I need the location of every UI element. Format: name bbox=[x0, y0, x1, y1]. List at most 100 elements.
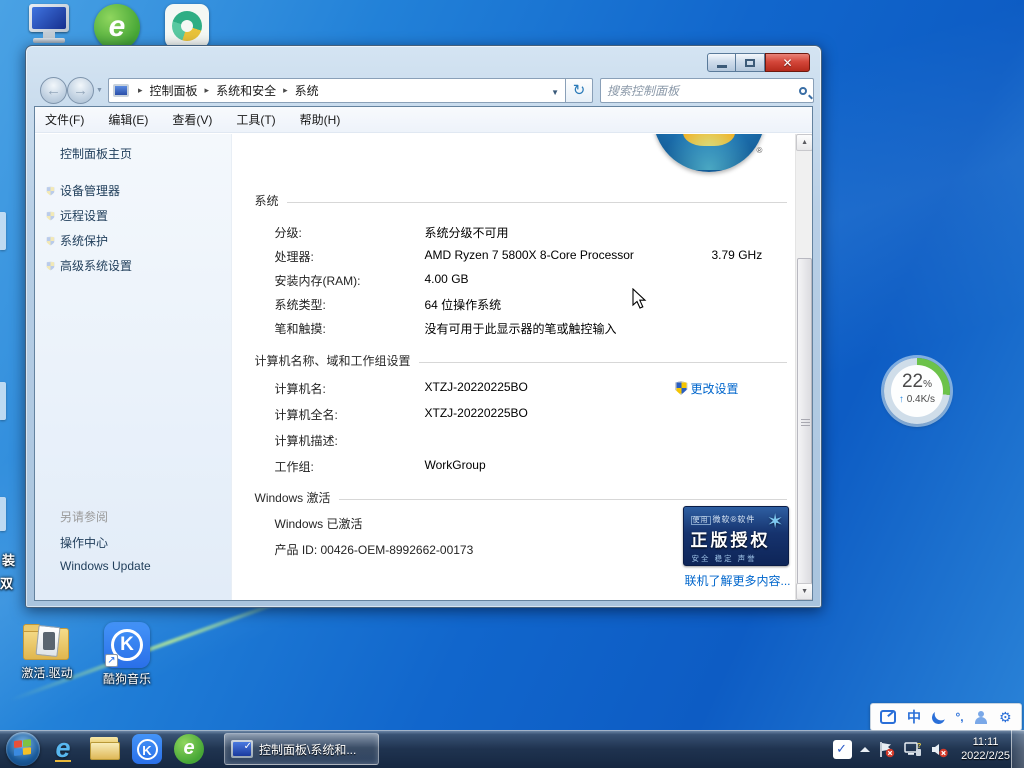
maximize-button[interactable] bbox=[736, 53, 765, 72]
taskbar: e K e ✓ 控制面板\系统和... ? 11:11 2022/2/25 bbox=[0, 730, 1024, 768]
scroll-up-icon[interactable]: ▲ bbox=[796, 134, 813, 151]
sidebar-item-device-manager[interactable]: 设备管理器 bbox=[60, 182, 120, 199]
control-panel-window-icon: ✓ bbox=[231, 740, 253, 758]
network-icon[interactable]: ? bbox=[903, 741, 922, 758]
upload-speed: ↑ 0.4K/s bbox=[891, 394, 943, 405]
icon-label: 酷狗音乐 bbox=[92, 670, 162, 687]
address-bar[interactable]: ▸ 控制面板 ▸ 系统和安全 ▸ 系统 ▼ bbox=[108, 78, 566, 103]
partial-desktop-icon[interactable] bbox=[0, 382, 6, 420]
ime-chinese-mode[interactable]: 中 bbox=[907, 707, 921, 727]
control-panel-icon bbox=[113, 84, 129, 97]
search-placeholder: 搜索控制面板 bbox=[607, 82, 799, 99]
forward-button[interactable]: → bbox=[67, 77, 94, 104]
breadcrumb-control-panel[interactable]: 控制面板 bbox=[150, 82, 198, 99]
taskbar-ie-icon[interactable]: e bbox=[44, 732, 82, 766]
clock-time: 11:11 bbox=[961, 735, 1010, 749]
shield-icon bbox=[44, 208, 57, 222]
taskbar-explorer-icon[interactable] bbox=[86, 732, 124, 766]
shield-icon bbox=[44, 258, 57, 272]
show-hidden-icons-arrow[interactable] bbox=[860, 747, 870, 752]
menu-view[interactable]: 查看(V) bbox=[172, 111, 212, 128]
back-button[interactable]: ← bbox=[40, 77, 67, 104]
partial-desktop-icon[interactable] bbox=[0, 497, 6, 531]
taskbar-clock[interactable]: 11:11 2022/2/25 bbox=[961, 735, 1010, 763]
search-icon bbox=[799, 87, 807, 95]
browser-e-icon: e bbox=[94, 4, 140, 50]
show-desktop-button[interactable] bbox=[1011, 730, 1024, 768]
start-button[interactable] bbox=[6, 732, 40, 766]
action-center-flag-icon[interactable] bbox=[878, 741, 895, 758]
section-computer-name: 计算机名称、域和工作组设置 bbox=[255, 352, 787, 369]
menu-edit[interactable]: 编辑(E) bbox=[108, 111, 148, 128]
volume-muted-icon[interactable] bbox=[930, 741, 949, 758]
scrollbar-thumb[interactable] bbox=[797, 258, 812, 586]
vertical-scrollbar[interactable]: ▲ ▼ bbox=[795, 134, 812, 600]
ime-punctuation-icon[interactable]: °, bbox=[955, 710, 963, 724]
menu-help[interactable]: 帮助(H) bbox=[300, 111, 341, 128]
refresh-button[interactable]: ↻ bbox=[566, 78, 593, 103]
taskbar-kugou-icon[interactable]: K bbox=[128, 732, 166, 766]
sidebar-item-windows-update[interactable]: Windows Update bbox=[60, 559, 151, 573]
partial-icon-label: 装 bbox=[2, 550, 15, 569]
partial-desktop-icon[interactable] bbox=[0, 212, 6, 250]
svg-text:?: ? bbox=[917, 743, 921, 750]
windows-flag-icon bbox=[14, 739, 32, 758]
swirl-app-icon bbox=[165, 4, 209, 48]
navigation-bar: ← → ▼ ▸ 控制面板 ▸ 系统和安全 ▸ 系统 ▼ ↻ 搜索控制面板 bbox=[34, 76, 813, 106]
uac-shield-icon bbox=[675, 381, 688, 395]
net-speed-widget[interactable]: 22% ↑ 0.4K/s bbox=[884, 358, 950, 424]
ime-status-icon[interactable] bbox=[880, 710, 896, 724]
ime-fullwidth-moon-icon[interactable] bbox=[931, 709, 946, 724]
computer-icon bbox=[25, 4, 71, 44]
breadcrumb-system[interactable]: 系统 bbox=[295, 82, 319, 99]
shortcut-arrow-icon: ↗ bbox=[105, 654, 118, 667]
minimize-button[interactable] bbox=[707, 53, 736, 72]
sidebar: 控制面板主页 设备管理器 远程设置 系统保护 高级系统设置 另请参阅 操作中心 … bbox=[35, 134, 232, 600]
windows-logo bbox=[653, 134, 765, 172]
section-system: 系统 bbox=[255, 192, 787, 209]
desktop-icon-activation-driver[interactable]: 激活.驱动 bbox=[12, 624, 82, 681]
breadcrumb-arrow-icon: ▸ bbox=[198, 85, 217, 96]
cpu-clock: 3.79 GHz bbox=[712, 248, 763, 262]
taskbar-360-browser-icon[interactable]: e bbox=[170, 732, 208, 766]
sidebar-item-control-panel-home[interactable]: 控制面板主页 bbox=[60, 145, 132, 162]
ime-settings-gear-icon[interactable]: ⚙ bbox=[999, 709, 1012, 726]
scroll-down-icon[interactable]: ▼ bbox=[796, 583, 813, 600]
address-dropdown-icon[interactable]: ▼ bbox=[551, 88, 559, 97]
breadcrumb-system-security[interactable]: 系统和安全 bbox=[216, 82, 276, 99]
shield-icon bbox=[44, 183, 57, 197]
icon-label: 激活.驱动 bbox=[12, 664, 82, 681]
rating-unavailable-link[interactable]: 系统分级不可用 bbox=[425, 224, 509, 241]
shield-icon bbox=[44, 233, 57, 247]
menu-bar: 文件(F) 编辑(E) 查看(V) 工具(T) 帮助(H) bbox=[35, 107, 812, 133]
sidebar-item-advanced-settings[interactable]: 高级系统设置 bbox=[60, 257, 132, 274]
kugou-icon: K ↗ bbox=[104, 622, 150, 668]
mouse-cursor bbox=[632, 288, 650, 315]
folder-icon bbox=[23, 624, 71, 662]
system-control-panel-window: ✕ ← → ▼ ▸ 控制面板 ▸ 系统和安全 ▸ 系统 ▼ ↻ 搜索控制面板 文… bbox=[25, 45, 822, 608]
change-settings-link[interactable]: 更改设置 bbox=[675, 380, 739, 397]
sidebar-item-remote-settings[interactable]: 远程设置 bbox=[60, 207, 108, 224]
breadcrumb-arrow-icon: ▸ bbox=[131, 85, 150, 96]
recent-pages-dropdown-icon[interactable]: ▼ bbox=[96, 87, 103, 94]
sidebar-item-system-protection[interactable]: 系统保护 bbox=[60, 232, 108, 249]
close-button[interactable]: ✕ bbox=[765, 53, 810, 72]
menu-tools[interactable]: 工具(T) bbox=[236, 111, 275, 128]
badge-star-icon: ✶ bbox=[767, 509, 784, 534]
sidebar-item-action-center[interactable]: 操作中心 bbox=[60, 534, 108, 551]
desktop-icon-360-browser[interactable]: e bbox=[82, 4, 152, 50]
ime-account-icon[interactable] bbox=[974, 711, 988, 724]
system-tray: ? 11:11 2022/2/25 bbox=[833, 730, 1010, 768]
menu-file[interactable]: 文件(F) bbox=[45, 111, 84, 128]
desktop-icon-computer[interactable] bbox=[13, 4, 83, 44]
desktop-icon-app[interactable] bbox=[152, 4, 222, 48]
ime-language-bar: 中 °, ⚙ bbox=[870, 703, 1022, 731]
main-panel: ® 系统 分级: 系统分级不可用 处理器: AMD Ryzen 7 5800X … bbox=[232, 134, 796, 600]
taskbar-active-window-button[interactable]: ✓ 控制面板\系统和... bbox=[224, 733, 379, 765]
tray-ime-icon[interactable] bbox=[833, 740, 852, 759]
registered-mark: ® bbox=[757, 146, 763, 155]
desktop-icon-kugou[interactable]: K ↗ 酷狗音乐 bbox=[92, 622, 162, 687]
window-body: 文件(F) 编辑(E) 查看(V) 工具(T) 帮助(H) 控制面板主页 设备管… bbox=[34, 106, 813, 601]
search-box[interactable]: 搜索控制面板 bbox=[600, 78, 814, 103]
breadcrumb-arrow-icon: ▸ bbox=[276, 85, 295, 96]
